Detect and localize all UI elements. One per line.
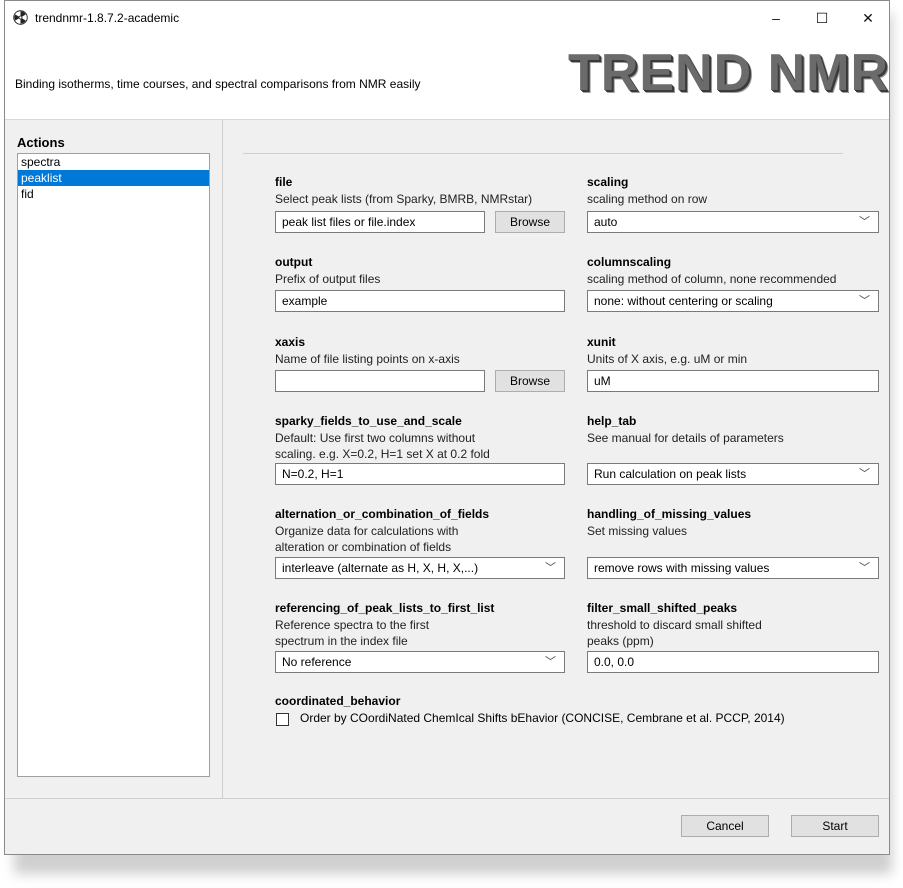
xunit-input[interactable]: uM bbox=[587, 370, 879, 392]
field-desc: threshold to discard small shifted bbox=[587, 618, 762, 632]
field-desc: scaling method of column, none recommend… bbox=[587, 272, 837, 286]
chevron-down-icon: ﹀ bbox=[859, 468, 870, 480]
sparky-field: sparky_fields_to_use_and_scale Default: … bbox=[275, 412, 490, 462]
field-name: output bbox=[275, 255, 313, 269]
columnscaling-select[interactable]: none: without centering or scaling ﹀ bbox=[587, 290, 879, 312]
missing-values-select[interactable]: remove rows with missing values ﹀ bbox=[587, 557, 879, 579]
output-field: output Prefix of output files bbox=[275, 253, 380, 287]
field-name: coordinated_behavior bbox=[275, 694, 401, 708]
select-value: No reference bbox=[282, 655, 352, 669]
header-banner: Binding isotherms, time courses, and spe… bbox=[5, 35, 889, 120]
field-name: xunit bbox=[587, 335, 616, 349]
referencing-select[interactable]: No reference ﹀ bbox=[275, 651, 565, 673]
field-desc-line2: scaling. e.g. X=0.2, H=1 set X at 0.2 fo… bbox=[275, 447, 490, 461]
field-name: referencing_of_peak_lists_to_first_list bbox=[275, 601, 495, 615]
field-desc: Set missing values bbox=[587, 524, 688, 538]
select-value: auto bbox=[594, 215, 618, 229]
form-top-divider bbox=[243, 153, 843, 154]
coordinated-checkbox-label[interactable]: Order by COordiNated ChemIcal Shifts bEh… bbox=[300, 711, 785, 725]
select-value: remove rows with missing values bbox=[594, 561, 770, 575]
xunit-field: xunit Units of X axis, e.g. uM or min bbox=[587, 333, 747, 367]
field-name: alternation_or_combination_of_fields bbox=[275, 507, 490, 521]
chevron-down-icon: ﹀ bbox=[859, 295, 870, 307]
list-item-fid[interactable]: fid bbox=[18, 186, 209, 202]
coordinated-field: coordinated_behavior bbox=[275, 692, 400, 710]
app-window: trendnmr-1.8.7.2-academic – ☐ ✕ Binding … bbox=[4, 0, 890, 855]
missing-values-field: handling_of_missing_values Set missing v… bbox=[587, 505, 751, 539]
field-desc-line2: alteration or combination of fields bbox=[275, 540, 452, 554]
sparky-input[interactable]: N=0.2, H=1 bbox=[275, 463, 565, 485]
select-value: none: without centering or scaling bbox=[594, 294, 773, 308]
list-item-spectra[interactable]: spectra bbox=[18, 154, 209, 170]
minimize-button[interactable]: – bbox=[753, 1, 799, 35]
field-name: handling_of_missing_values bbox=[587, 507, 752, 521]
window-title: trendnmr-1.8.7.2-academic bbox=[35, 11, 180, 25]
alternation-field: alternation_or_combination_of_fields Org… bbox=[275, 505, 489, 555]
field-name: help_tab bbox=[587, 414, 637, 428]
field-desc: See manual for details of parameters bbox=[587, 431, 784, 445]
scaling-field: scaling scaling method on row bbox=[587, 173, 707, 207]
field-name: scaling bbox=[587, 175, 629, 189]
list-item-peaklist[interactable]: peaklist bbox=[18, 170, 209, 186]
help-tab-field: help_tab See manual for details of param… bbox=[587, 412, 784, 446]
field-desc: scaling method on row bbox=[587, 192, 708, 206]
field-desc: Select peak lists (from Sparky, BMRB, NM… bbox=[275, 192, 533, 206]
xaxis-browse-button[interactable]: Browse bbox=[495, 370, 565, 392]
field-desc: Prefix of output files bbox=[275, 272, 381, 286]
help-tab-select[interactable]: Run calculation on peak lists ﹀ bbox=[587, 463, 879, 485]
file-field: file Select peak lists (from Sparky, BMR… bbox=[275, 173, 532, 207]
chevron-down-icon: ﹀ bbox=[859, 216, 870, 228]
coordinated-checkbox[interactable] bbox=[276, 713, 289, 726]
scaling-select[interactable]: auto ﹀ bbox=[587, 211, 879, 233]
select-value: interleave (alternate as H, X, H, X,...) bbox=[282, 561, 479, 575]
field-name: xaxis bbox=[275, 335, 306, 349]
maximize-icon: ☐ bbox=[815, 9, 829, 26]
field-desc: Organize data for calculations with bbox=[275, 524, 459, 538]
field-desc: Reference spectra to the first bbox=[275, 618, 430, 632]
alternation-select[interactable]: interleave (alternate as H, X, H, X,...)… bbox=[275, 557, 565, 579]
radiation-icon bbox=[13, 10, 28, 25]
filter-field: filter_small_shifted_peaks threshold to … bbox=[587, 599, 762, 649]
field-desc: Units of X axis, e.g. uM or min bbox=[587, 352, 748, 366]
columnscaling-field: columnscaling scaling method of column, … bbox=[587, 253, 836, 287]
output-input[interactable]: example bbox=[275, 290, 565, 312]
title-bar: trendnmr-1.8.7.2-academic – ☐ ✕ bbox=[5, 1, 889, 35]
app-logo: TREND NMR bbox=[568, 44, 889, 102]
field-name: columnscaling bbox=[587, 255, 672, 269]
filter-input[interactable]: 0.0, 0.0 bbox=[587, 651, 879, 673]
chevron-down-icon: ﹀ bbox=[859, 562, 870, 574]
field-desc: Name of file listing points on x-axis bbox=[275, 352, 460, 366]
field-name: file bbox=[275, 175, 293, 189]
xaxis-field: xaxis Name of file listing points on x-a… bbox=[275, 333, 460, 367]
referencing-field: referencing_of_peak_lists_to_first_list … bbox=[275, 599, 494, 649]
field-desc-line2: spectrum in the index file bbox=[275, 634, 408, 648]
file-browse-button[interactable]: Browse bbox=[495, 211, 565, 233]
start-button[interactable]: Start bbox=[791, 815, 879, 837]
chevron-down-icon: ﹀ bbox=[545, 656, 556, 668]
maximize-button[interactable]: ☐ bbox=[799, 1, 845, 35]
chevron-down-icon: ﹀ bbox=[545, 562, 556, 574]
field-desc: Default: Use first two columns without bbox=[275, 431, 476, 445]
minimize-icon: – bbox=[772, 10, 780, 26]
xaxis-input[interactable] bbox=[275, 370, 485, 392]
file-input[interactable]: peak list files or file.index bbox=[275, 211, 485, 233]
cancel-button[interactable]: Cancel bbox=[681, 815, 769, 837]
field-name: sparky_fields_to_use_and_scale bbox=[275, 414, 462, 428]
vertical-divider bbox=[222, 119, 223, 799]
close-icon: ✕ bbox=[862, 9, 874, 26]
select-value: Run calculation on peak lists bbox=[594, 467, 747, 481]
field-name: filter_small_shifted_peaks bbox=[587, 601, 738, 615]
close-button[interactable]: ✕ bbox=[845, 1, 889, 35]
actions-list[interactable]: spectra peaklist fid bbox=[17, 153, 210, 777]
footer-divider bbox=[5, 798, 889, 799]
field-desc-line2: peaks (ppm) bbox=[587, 634, 654, 648]
actions-heading: Actions bbox=[17, 135, 65, 150]
app-subtitle: Binding isotherms, time courses, and spe… bbox=[15, 77, 421, 91]
